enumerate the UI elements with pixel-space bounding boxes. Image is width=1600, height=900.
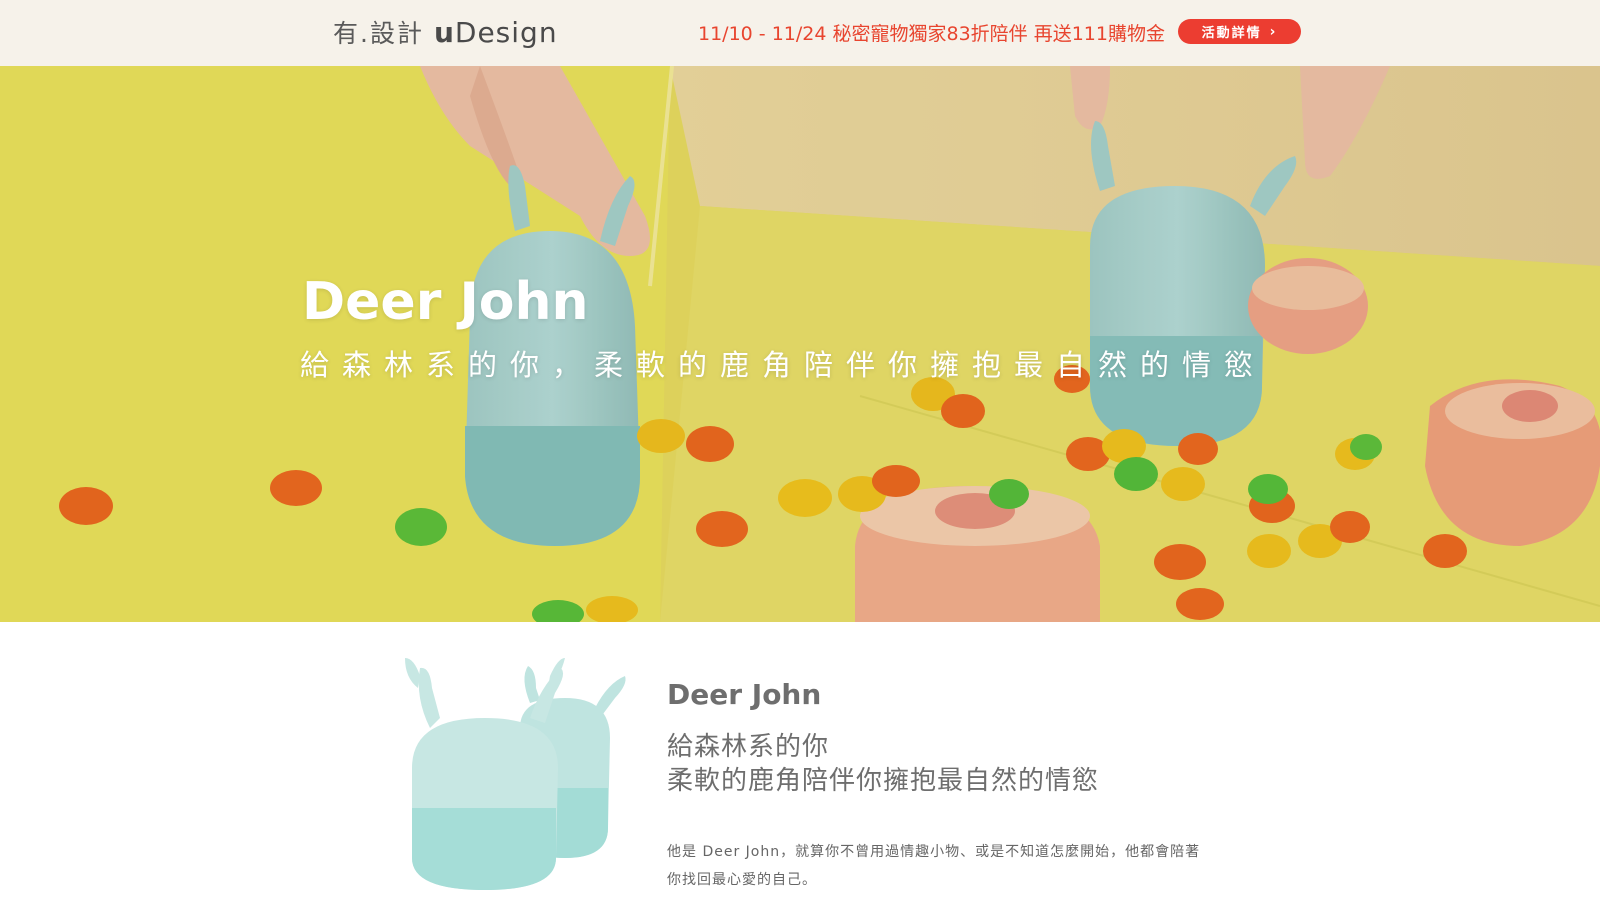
brand-name-cn: 有.設計 xyxy=(333,19,424,48)
product-tagline-1: 給森林系的你 xyxy=(667,732,830,762)
hero-banner: Deer John 給森林系的你，柔軟的鹿角陪伴你擁抱最自然的情慾 xyxy=(0,66,1600,622)
brand-logo[interactable]: 有.設計 uDesign xyxy=(333,14,558,50)
top-bar: 有.設計 uDesign 11/10 - 11/24 秘密寵物獨家83折陪伴 再… xyxy=(0,0,1600,66)
hero-subtitle: 給森林系的你，柔軟的鹿角陪伴你擁抱最自然的情慾 xyxy=(300,348,1267,382)
chevron-right-icon: › xyxy=(1269,23,1278,40)
product-tagline-2: 柔軟的鹿角陪伴你擁抱最自然的情慾 xyxy=(667,766,1100,796)
promo-details-label: 活動詳情 xyxy=(1201,26,1262,41)
brand-name-en: uDesign xyxy=(433,16,558,49)
product-image xyxy=(405,658,626,890)
product-title: Deer John xyxy=(667,678,822,711)
hero-title: Deer John xyxy=(302,272,589,332)
promo-banner-text[interactable]: 11/10 - 11/24 秘密寵物獨家83折陪伴 再送111購物金 xyxy=(698,19,1165,46)
product-description: 他是 Deer John，就算你不曾用過情趣小物、或是不知道怎麼開始，他都會陪著… xyxy=(667,844,1201,888)
promo-details-button[interactable]: 活動詳情 › xyxy=(1178,19,1301,44)
